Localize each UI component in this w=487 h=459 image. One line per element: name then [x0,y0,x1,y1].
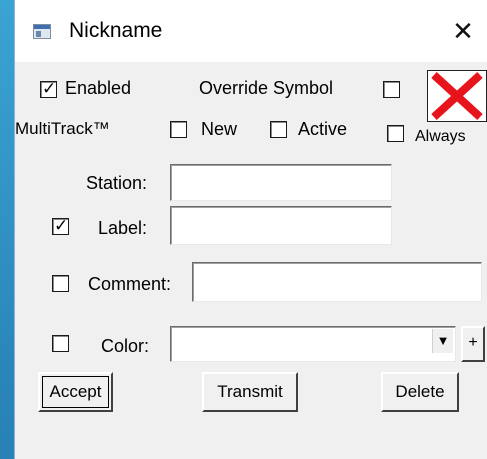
comment-label: Comment: [88,274,172,294]
red-x-icon [431,72,483,120]
override-symbol-label: Override Symbol [199,78,334,98]
label-input[interactable] [170,206,392,245]
multitrack-label: MultiTrack™ [15,119,110,138]
checkmark-icon: ✓ [54,216,69,235]
multitrack-new-checkbox[interactable] [170,121,187,138]
color-checkbox[interactable] [52,335,69,352]
title-bar: Nickname ✕ [15,0,487,62]
window-title: Nickname [69,19,163,42]
color-label: Color: [101,336,150,356]
add-color-button[interactable]: + [461,326,485,362]
delete-button[interactable]: Delete [381,372,459,412]
label-field-label: Label: [98,218,148,238]
label-checkbox[interactable]: ✓ [52,216,69,235]
always-checkbox[interactable] [387,125,404,142]
transmit-button[interactable]: Transmit [202,372,298,412]
comment-checkbox[interactable] [52,275,69,292]
nickname-dialog: Nickname ✕ ✓ Enabled Override Symbol Mul… [14,0,487,459]
comment-input[interactable] [192,262,482,302]
station-label: Station: [86,173,148,193]
always-label: Always [415,128,466,145]
multitrack-new-label: New [201,119,238,139]
accept-button[interactable]: Accept [38,372,113,412]
multitrack-active-checkbox[interactable] [270,121,287,138]
multitrack-active-label: Active [298,119,348,139]
color-dropdown[interactable]: ▼ [170,326,456,362]
checkmark-icon: ✓ [42,79,57,98]
app-window-icon [33,24,51,39]
close-icon[interactable]: ✕ [443,14,483,48]
override-symbol-checkbox[interactable] [383,81,400,98]
station-input[interactable] [170,164,392,201]
chevron-down-icon[interactable]: ▼ [432,329,453,353]
enabled-checkbox[interactable]: ✓ [40,79,57,98]
symbol-preview[interactable] [427,70,487,122]
enabled-label: Enabled [65,78,132,98]
